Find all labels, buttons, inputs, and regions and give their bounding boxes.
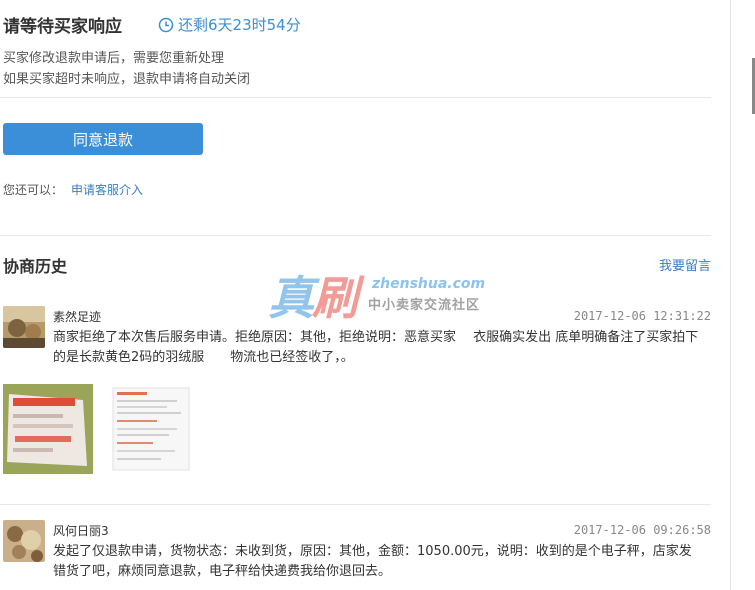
watermark-logo: 真刷 zhenshua.com 中小卖家交流社区 xyxy=(268,262,498,325)
attachment-image[interactable] xyxy=(3,384,93,474)
page-title: 请等待买家响应 xyxy=(3,17,122,37)
leave-message-link[interactable]: 我要留言 xyxy=(659,255,711,274)
history-title: 协商历史 xyxy=(3,257,68,276)
divider xyxy=(0,97,711,98)
watermark-url: zhenshua.com xyxy=(372,276,486,292)
refund-panel: 请等待买家响应 还剩6天23时54分 买家修改退款申请后，需要您重新处理 如果买… xyxy=(0,0,715,590)
divider xyxy=(0,504,711,505)
customer-service-link[interactable]: 申请客服介入 xyxy=(71,183,143,197)
history-time: 2017-12-06 12:31:22 xyxy=(573,309,711,323)
history-time: 2017-12-06 09:26:58 xyxy=(573,523,711,537)
countdown: 还剩6天23时54分 xyxy=(158,14,301,35)
notice-line-1: 买家修改退款申请后，需要您重新处理 xyxy=(3,51,225,66)
attachment-image[interactable] xyxy=(103,384,193,474)
clock-icon xyxy=(158,17,174,32)
also-prefix: 您还可以： xyxy=(3,183,64,197)
countdown-text: 还剩6天23时54分 xyxy=(178,16,301,34)
agree-refund-button[interactable]: 同意退款 xyxy=(3,123,203,155)
notice-line-2: 如果买家超时未响应，退款申请将自动关闭 xyxy=(3,72,251,87)
history-message: 发起了仅退款申请，货物状态：未收到货，原因：其他，金额：1050.00元，说明：… xyxy=(53,544,692,579)
avatar xyxy=(3,520,45,562)
history-user: 素然足迹 xyxy=(53,310,102,324)
divider xyxy=(0,235,711,236)
watermark-big: 真刷 xyxy=(268,271,358,325)
also-options: 您还可以： 申请客服介入 xyxy=(3,181,143,198)
history-user: 风何日丽3 xyxy=(53,524,109,538)
watermark-sub: 中小卖家交流社区 xyxy=(368,298,481,313)
history-message: 商家拒绝了本次售后服务申请。拒绝原因：其他，拒绝说明：恶意买家 衣服确实发出 底… xyxy=(53,330,699,365)
avatar xyxy=(3,306,45,348)
